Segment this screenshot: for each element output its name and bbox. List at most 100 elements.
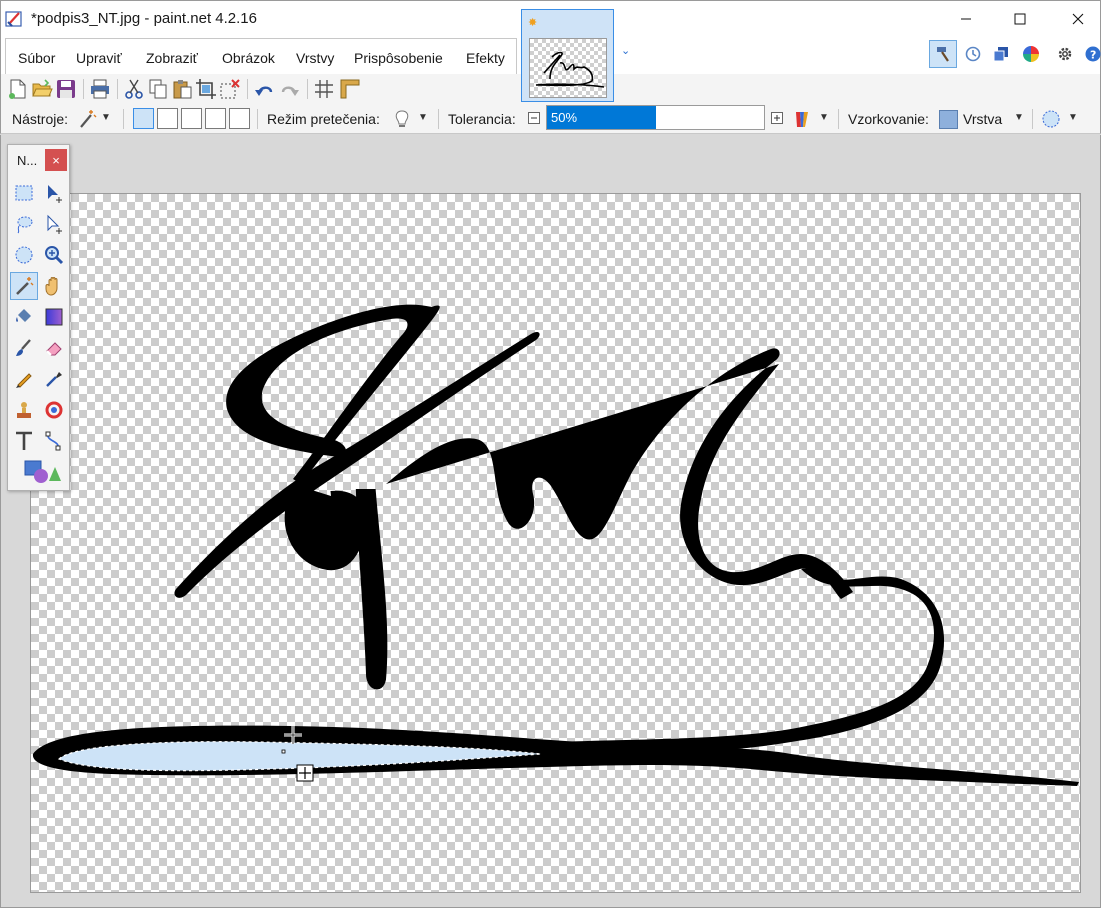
paste-icon[interactable] xyxy=(171,78,193,100)
tools-toggle-button[interactable] xyxy=(929,40,957,68)
open-icon[interactable] xyxy=(31,78,53,100)
gear-icon xyxy=(1058,47,1072,61)
tool-magic-wand[interactable] xyxy=(10,272,38,300)
lightbulb-icon[interactable] xyxy=(393,109,411,129)
recolor-icon xyxy=(45,401,63,419)
tool-rectangle-select[interactable] xyxy=(10,179,38,207)
selection-mode-union[interactable] xyxy=(157,108,178,129)
tool-text[interactable] xyxy=(10,427,38,455)
tolerance-plus-icon[interactable] xyxy=(771,112,783,124)
minimize-button[interactable] xyxy=(943,1,989,37)
antialias-icon[interactable] xyxy=(1041,109,1061,129)
new-icon[interactable] xyxy=(7,78,29,100)
colors-toggle-button[interactable] xyxy=(1017,40,1045,68)
tool-color-picker[interactable] xyxy=(40,365,68,393)
unsaved-star-icon: ✸ xyxy=(528,17,538,29)
text-icon xyxy=(16,431,32,450)
blend-mode-icon[interactable] xyxy=(793,109,811,129)
minimize-icon xyxy=(961,18,971,20)
magic-wand-icon[interactable] xyxy=(77,109,97,129)
tool-gradient[interactable] xyxy=(40,303,68,331)
window-title: *podpis3_NT.jpg - paint.net 4.2.16 xyxy=(31,10,257,27)
tool-shapes[interactable] xyxy=(18,458,68,486)
tools-window-header[interactable]: N... × xyxy=(8,145,69,175)
image-canvas[interactable] xyxy=(30,193,1081,893)
tool-pencil[interactable] xyxy=(10,365,38,393)
hand-icon xyxy=(45,277,58,296)
thumbnail-signature xyxy=(535,51,605,88)
maximize-icon xyxy=(1014,13,1026,25)
selection-mode-intersect[interactable] xyxy=(229,108,250,129)
tolerance-slider[interactable]: 50% xyxy=(546,105,765,130)
tool-lasso-select[interactable] xyxy=(10,210,38,238)
signature-stroke-swoosh xyxy=(551,566,945,754)
print-icon[interactable] xyxy=(89,78,111,100)
tool-eraser[interactable] xyxy=(40,334,68,362)
undo-icon[interactable] xyxy=(253,78,275,100)
layers-toggle-button[interactable] xyxy=(987,40,1015,68)
settings-button[interactable] xyxy=(1051,40,1079,68)
tool-pan[interactable] xyxy=(40,272,68,300)
blend-mode-dropdown-arrow[interactable]: ▼ xyxy=(819,112,829,123)
redo-icon[interactable] xyxy=(279,78,301,100)
sampling-label: Vzorkovanie: xyxy=(848,111,929,127)
svg-text:?: ? xyxy=(1090,49,1096,62)
move-selection-outline-icon xyxy=(47,214,62,234)
sampling-value[interactable]: Vrstva xyxy=(963,111,1002,127)
move-handle-icon[interactable] xyxy=(296,764,314,782)
tool-move-selection[interactable] xyxy=(40,210,68,238)
rectangle-select-icon xyxy=(15,185,33,201)
magic-wand-tool-icon xyxy=(16,277,34,295)
menu-image[interactable]: Obrázok xyxy=(222,50,275,66)
tool-clone-stamp[interactable] xyxy=(10,396,38,424)
crop-icon[interactable] xyxy=(195,78,217,100)
flood-mode-label: Režim pretečenia: xyxy=(267,111,380,127)
hammer-icon xyxy=(937,47,949,62)
signature-drawing xyxy=(32,304,1079,786)
line-curve-icon xyxy=(45,431,61,451)
menu-edit[interactable]: Upraviť xyxy=(76,50,122,66)
cut-icon[interactable] xyxy=(123,78,145,100)
menu-layers[interactable]: Vrstvy xyxy=(296,50,334,66)
maximize-button[interactable] xyxy=(997,1,1043,37)
tolerance-minus-icon[interactable] xyxy=(528,112,540,124)
lasso-icon xyxy=(17,216,33,234)
save-icon[interactable] xyxy=(55,78,77,100)
selection-mode-replace[interactable] xyxy=(133,108,154,129)
menu-view[interactable]: Zobraziť xyxy=(146,50,198,66)
selection-mode-exclude[interactable] xyxy=(181,108,202,129)
signature-stroke-stem xyxy=(284,483,388,690)
deselect-icon[interactable] xyxy=(219,78,241,100)
tool-recolor[interactable] xyxy=(40,396,68,424)
tool-zoom[interactable] xyxy=(40,241,68,269)
antialias-dropdown-arrow[interactable]: ▼ xyxy=(1068,112,1078,123)
close-button[interactable] xyxy=(1055,1,1101,37)
close-icon xyxy=(1072,13,1084,25)
history-toggle-button[interactable] xyxy=(959,40,987,68)
tool-move-selected[interactable] xyxy=(40,179,68,207)
pencil-icon xyxy=(16,373,32,388)
tools-window-close-button[interactable]: × xyxy=(45,149,67,171)
tool-ellipse-select[interactable] xyxy=(10,241,38,269)
menu-effects[interactable]: Efekty xyxy=(466,50,505,66)
shapes-icon xyxy=(24,460,61,483)
clone-stamp-icon xyxy=(17,402,31,418)
flood-mode-dropdown-arrow[interactable]: ▼ xyxy=(418,112,428,123)
tool-paintbrush[interactable] xyxy=(10,334,38,362)
selection-mode-xor[interactable] xyxy=(205,108,226,129)
zoom-icon xyxy=(45,246,64,265)
copy-icon[interactable] xyxy=(147,78,169,100)
image-thumbnail-tab[interactable]: ✸ xyxy=(521,9,614,102)
grid-icon[interactable] xyxy=(313,78,335,100)
image-list-dropdown-icon[interactable]: ⌄ xyxy=(621,44,630,57)
help-button[interactable]: ? xyxy=(1079,40,1101,68)
tool-line-curve[interactable] xyxy=(40,427,68,455)
sampling-dropdown-arrow[interactable]: ▼ xyxy=(1014,112,1024,123)
menu-file[interactable]: Súbor xyxy=(18,50,55,66)
menu-adjustments[interactable]: Prispôsobenie xyxy=(354,50,443,66)
ruler-icon[interactable] xyxy=(339,78,361,100)
thumbnail-preview xyxy=(529,38,607,98)
paintbrush-icon xyxy=(16,339,31,356)
tools-dropdown-arrow[interactable]: ▼ xyxy=(101,112,111,123)
tool-paint-bucket[interactable] xyxy=(10,303,38,331)
